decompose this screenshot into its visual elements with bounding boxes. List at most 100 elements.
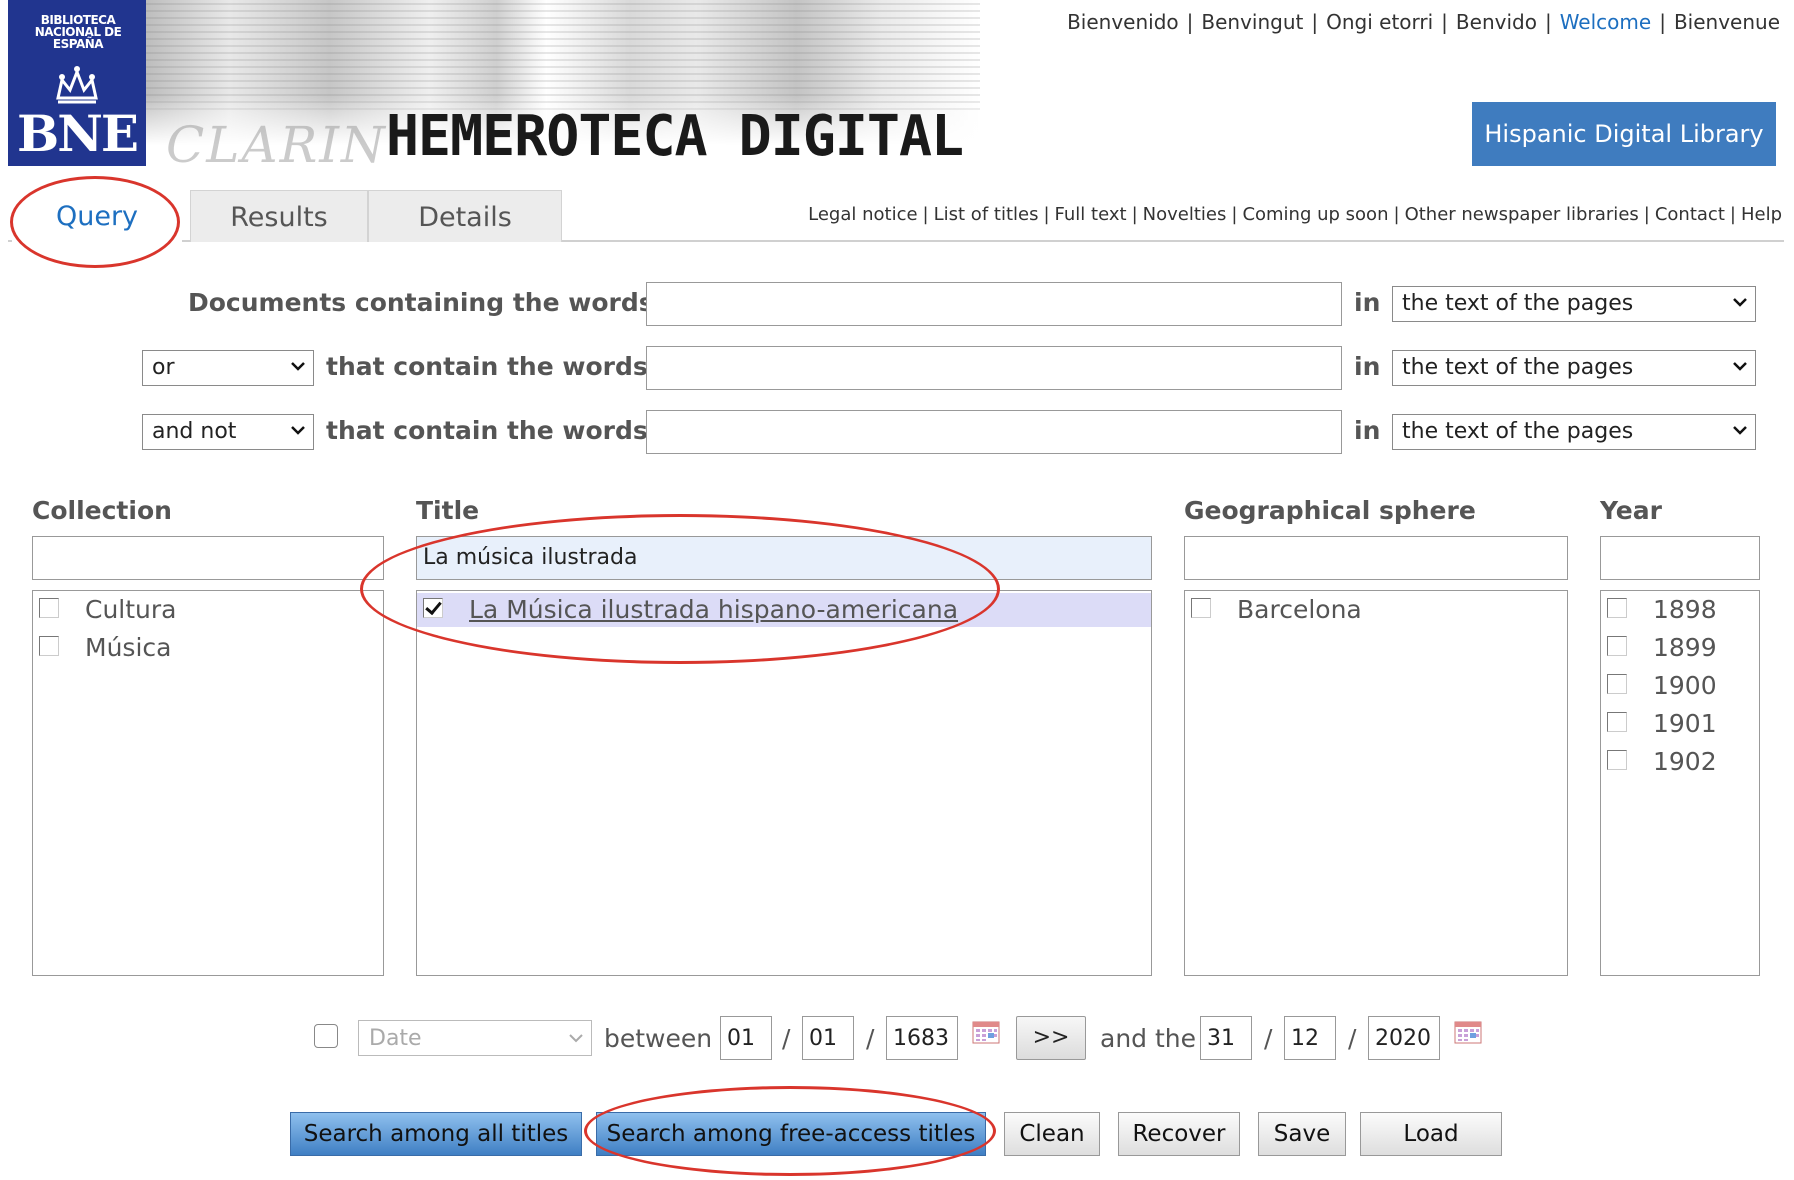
operator-select-3-value: and not xyxy=(152,419,237,444)
calendar-icon[interactable] xyxy=(972,1018,1000,1044)
checkbox[interactable] xyxy=(1607,636,1627,656)
scope-select-3[interactable]: the text of the pages xyxy=(1392,414,1756,450)
operator-select-2[interactable]: or xyxy=(142,350,314,386)
link-novelties[interactable]: Novelties xyxy=(1143,204,1227,225)
chevron-down-icon xyxy=(1733,298,1747,307)
collection-item[interactable]: Música xyxy=(33,631,383,665)
to-month-input[interactable]: 12 xyxy=(1284,1016,1336,1060)
in-label-3: in xyxy=(1354,416,1381,445)
title-item-link[interactable]: La Música ilustrada hispano-americana xyxy=(469,595,958,624)
lang-en[interactable]: Welcome xyxy=(1560,10,1651,34)
title-item-selected[interactable]: La Música ilustrada hispano-americana xyxy=(417,593,1151,627)
year-heading: Year xyxy=(1600,496,1662,525)
year-filter-input[interactable] xyxy=(1600,536,1760,580)
logo-bne-text: BNE xyxy=(16,104,139,163)
geo-list[interactable]: Barcelona xyxy=(1184,590,1568,976)
words-input-1[interactable] xyxy=(646,282,1342,326)
lang-eu[interactable]: Ongi etorri xyxy=(1326,10,1433,34)
search-all-titles-button[interactable]: Search among all titles xyxy=(290,1112,582,1156)
link-full-text[interactable]: Full text xyxy=(1055,204,1127,225)
checkbox[interactable] xyxy=(39,636,59,656)
link-contact[interactable]: Contact xyxy=(1655,204,1725,225)
clean-button[interactable]: Clean xyxy=(1004,1112,1100,1156)
scope-select-3-value: the text of the pages xyxy=(1402,419,1634,444)
collection-item-label: Música xyxy=(85,633,172,662)
checkbox[interactable] xyxy=(1607,674,1627,694)
hemeroteca-banner[interactable]: CLARIN HEMEROTECA DIGITAL xyxy=(146,0,980,166)
checkbox[interactable] xyxy=(1607,598,1627,618)
to-day-input[interactable]: 31 xyxy=(1200,1016,1252,1060)
lang-ca[interactable]: Benvingut xyxy=(1201,10,1303,34)
year-item[interactable]: 1899 xyxy=(1601,631,1759,665)
date-type-placeholder: Date xyxy=(369,1026,422,1051)
row1-label: Documents containing the words xyxy=(188,288,654,317)
load-button[interactable]: Load xyxy=(1360,1112,1502,1156)
operator-select-3[interactable]: and not xyxy=(142,414,314,450)
link-other-libraries[interactable]: Other newspaper libraries xyxy=(1405,204,1639,225)
from-day-input[interactable]: 01 xyxy=(720,1016,772,1060)
save-button[interactable]: Save xyxy=(1258,1112,1346,1156)
between-label: between xyxy=(604,1024,713,1053)
checkbox[interactable] xyxy=(1191,598,1211,618)
copy-date-button[interactable]: >> xyxy=(1016,1016,1086,1060)
in-label-1: in xyxy=(1354,288,1381,317)
chevron-down-icon xyxy=(291,426,305,435)
collection-heading: Collection xyxy=(32,496,172,525)
chevron-down-icon xyxy=(1733,362,1747,371)
year-item[interactable]: 1901 xyxy=(1601,707,1759,741)
scope-select-1[interactable]: the text of the pages xyxy=(1392,286,1756,322)
collection-item[interactable]: Cultura xyxy=(33,593,383,627)
chevron-down-icon xyxy=(291,362,305,371)
scope-select-2[interactable]: the text of the pages xyxy=(1392,350,1756,386)
link-legal-notice[interactable]: Legal notice xyxy=(808,204,917,225)
calendar-icon[interactable] xyxy=(1454,1018,1482,1044)
collection-item-label: Cultura xyxy=(85,595,177,624)
checkbox[interactable] xyxy=(39,598,59,618)
search-free-access-button[interactable]: Search among free-access titles xyxy=(596,1112,986,1156)
bne-logo[interactable]: BIBLIOTECA NACIONAL DE ESPAÑA BNE xyxy=(8,0,146,166)
title-list[interactable]: La Música ilustrada hispano-americana xyxy=(416,590,1152,976)
link-list-of-titles[interactable]: List of titles xyxy=(934,204,1039,225)
checkbox[interactable] xyxy=(1607,750,1627,770)
and-the-label: and the xyxy=(1100,1024,1197,1053)
lang-fr[interactable]: Bienvenue xyxy=(1674,10,1780,34)
geo-item[interactable]: Barcelona xyxy=(1185,593,1567,627)
top-links: Legal notice | List of titles | Full text | No… xyxy=(808,204,1782,225)
from-year-input[interactable]: 1683 xyxy=(886,1016,958,1060)
recover-button[interactable]: Recover xyxy=(1118,1112,1240,1156)
banner-texture xyxy=(146,0,980,110)
link-coming-up-soon[interactable]: Coming up soon xyxy=(1242,204,1388,225)
year-item[interactable]: 1900 xyxy=(1601,669,1759,703)
crown-icon xyxy=(56,66,98,104)
year-list[interactable]: 1898 1899 1900 1901 1902 xyxy=(1600,590,1760,976)
hispanic-digital-library-button[interactable]: Hispanic Digital Library xyxy=(1472,102,1776,166)
year-item[interactable]: 1898 xyxy=(1601,593,1759,627)
words-input-3[interactable] xyxy=(646,410,1342,454)
geo-item-label: Barcelona xyxy=(1237,595,1362,624)
to-year-input[interactable]: 2020 xyxy=(1368,1016,1440,1060)
checkbox-checked[interactable] xyxy=(423,598,443,618)
year-item[interactable]: 1902 xyxy=(1601,745,1759,779)
date-type-select[interactable]: Date xyxy=(358,1020,592,1056)
year-item-label: 1898 xyxy=(1653,595,1717,624)
lang-es[interactable]: Bienvenido xyxy=(1067,10,1179,34)
year-item-label: 1901 xyxy=(1653,709,1717,738)
tab-details[interactable]: Details xyxy=(368,190,562,242)
lang-gl[interactable]: Benvido xyxy=(1456,10,1537,34)
words-input-2[interactable] xyxy=(646,346,1342,390)
operator-select-2-value: or xyxy=(152,355,175,380)
row3-label: that contain the words xyxy=(326,416,648,445)
language-selector: Bienvenido | Benvingut | Ongi etorri | Benvido… xyxy=(1067,10,1780,34)
checkbox[interactable] xyxy=(1607,712,1627,732)
scope-select-2-value: the text of the pages xyxy=(1402,355,1634,380)
link-help[interactable]: Help xyxy=(1741,204,1782,225)
date-filter-checkbox[interactable] xyxy=(314,1024,338,1048)
year-item-label: 1900 xyxy=(1653,671,1717,700)
tab-results[interactable]: Results xyxy=(190,190,368,242)
title-filter-input[interactable]: La música ilustrada xyxy=(416,536,1152,580)
geo-filter-input[interactable] xyxy=(1184,536,1568,580)
collection-filter-input[interactable] xyxy=(32,536,384,580)
tab-query[interactable]: Query xyxy=(12,190,182,242)
collection-list[interactable]: Cultura Música xyxy=(32,590,384,976)
from-month-input[interactable]: 01 xyxy=(802,1016,854,1060)
